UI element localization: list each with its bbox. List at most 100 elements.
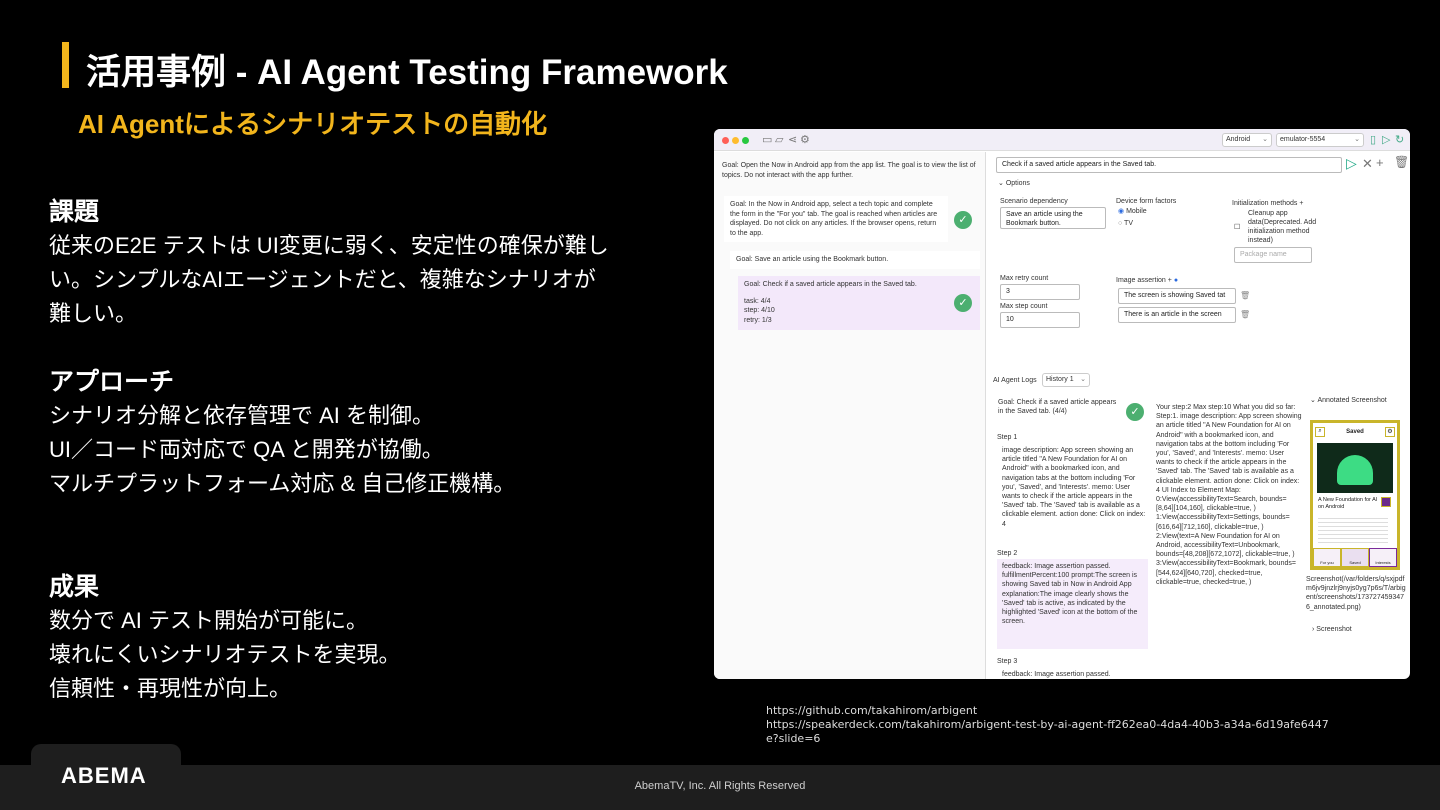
close-icon[interactable]: ✕ — [1362, 156, 1373, 172]
platform-select-value: Android — [1226, 136, 1251, 143]
history-select-value: History 1 — [1046, 376, 1074, 383]
chevron-down-icon: ⌄ — [1080, 376, 1086, 383]
check-icon: ✓ — [1126, 403, 1144, 421]
step2-text: feedback: Image assertion passed. fulfil… — [1002, 563, 1138, 626]
scenario-item[interactable]: Goal: In the Now in Android app, select … — [724, 196, 948, 242]
section-line: 難しい。 — [49, 301, 138, 326]
scenario-item-selected[interactable]: Goal: Check if a saved article appears i… — [738, 276, 980, 330]
platform-select[interactable]: Android ⌄ — [1222, 133, 1272, 147]
add-icon[interactable]: + — [1376, 155, 1384, 170]
agent-logs-label: AI Agent Logs — [993, 377, 1037, 384]
check-icon: ✓ — [954, 294, 972, 312]
reference-link[interactable]: https://github.com/takahirom/arbigent — [766, 704, 1329, 718]
chevron-down-icon: ⌄ — [998, 180, 1006, 187]
step2-label: Step 2 — [997, 550, 1018, 557]
image-assertion-input[interactable]: There is an article in the screen — [1118, 307, 1236, 323]
scenario-list: Goal: Open the Now in Android app from t… — [714, 152, 986, 679]
radio-mobile[interactable]: ◉ Mobile — [1118, 207, 1147, 216]
history-select[interactable]: History 1 ⌄ — [1042, 373, 1090, 387]
options-label: Options — [1005, 180, 1030, 187]
refresh-icon[interactable]: ↻ — [1395, 133, 1404, 146]
radio-mobile-label: Mobile — [1126, 208, 1147, 215]
log-goal-card: Goal: Check if a saved article appears i… — [994, 393, 1148, 427]
device-select[interactable]: emulator-5554 ⌄ — [1276, 133, 1364, 147]
image-assertion-input[interactable]: The screen is showing Saved tat — [1118, 288, 1236, 304]
check-icon: ✓ — [954, 211, 972, 229]
scenario-item[interactable]: Goal: Open the Now in Android app from t… — [716, 157, 982, 184]
checkbox-icon[interactable]: ☐ — [1234, 223, 1240, 232]
reference-links: https://github.com/takahirom/arbigent ht… — [766, 704, 1329, 746]
scenario-item[interactable]: Goal: Save an article using the Bookmark… — [730, 251, 980, 269]
add-icon[interactable]: + — [1299, 200, 1303, 207]
max-step-input[interactable]: 10 — [1000, 312, 1080, 328]
section-heading: 成果 — [49, 573, 100, 601]
radio-tv-label: TV — [1124, 220, 1133, 227]
init-methods-label: Initialization methods + — [1232, 199, 1303, 208]
device-icon[interactable]: ▯ — [1370, 133, 1376, 146]
gear-icon[interactable]: ⚙ — [800, 133, 810, 146]
play-icon[interactable]: ▷ — [1346, 155, 1357, 172]
minimize-dot-icon[interactable] — [732, 137, 739, 144]
bookmark-icon — [1381, 497, 1391, 507]
section-heading: 課題 — [49, 198, 100, 226]
scenario-retry: retry: 1/3 — [744, 316, 772, 324]
annotated-screenshot-label: Annotated Screenshot — [1317, 397, 1387, 404]
section-heading: アプローチ — [49, 368, 175, 396]
radio-tv[interactable]: ○ TV — [1118, 219, 1133, 228]
section-results: 成果 数分で AI テスト開始が可能に。 壊れにくいシナリオテストを実現。 信頼… — [49, 570, 669, 706]
step3-label: Step 3 — [997, 658, 1018, 665]
step3-text: feedback: Image assertion passed. — [1002, 671, 1111, 678]
scenario-dependency-select[interactable]: Save an article using the Bookmark butto… — [1000, 207, 1106, 229]
section-line: 壊れにくいシナリオテストを実現。 — [49, 642, 401, 667]
package-name-input[interactable]: Package name — [1234, 247, 1312, 263]
section-approach: アプローチ シナリオ分解と依存管理で AI を制御。 UI／コード両対応で QA… — [49, 365, 669, 501]
init-cleanup-label: Cleanup app data(Deprecated. Add initial… — [1248, 210, 1317, 244]
folder-icon[interactable]: ▱ — [775, 133, 783, 146]
annotated-screenshot-toggle[interactable]: ⌄ Annotated Screenshot — [1310, 396, 1387, 405]
scenario-step: step: 4/10 — [744, 307, 775, 314]
app-screenshot: ▭ ▱ ⋖ ⚙ Android ⌄ emulator-5554 ⌄ ▯ ▷ ↻ Go… — [714, 129, 1410, 679]
step-detail-text: Your step:2 Max step:10 What you did so … — [1156, 404, 1302, 586]
chevron-down-icon: ⌄ — [1354, 136, 1360, 143]
phone-nav-bar: For you Saved Interests — [1313, 548, 1397, 567]
max-step-label: Max step count — [1000, 303, 1048, 310]
scenario-task: task: 4/4 — [744, 297, 771, 305]
maximize-dot-icon[interactable] — [742, 137, 749, 144]
log-goal: Goal: Check if a saved article appears i… — [998, 399, 1117, 416]
trash-icon[interactable]: 🗑 — [1394, 155, 1409, 169]
app-toolbar: ▭ ▱ ⋖ ⚙ Android ⌄ emulator-5554 ⌄ ▯ ▷ ↻ — [714, 129, 1410, 151]
run-all-icon[interactable]: ▷ — [1382, 133, 1390, 146]
init-methods-text: Initialization methods — [1232, 200, 1298, 207]
trash-icon[interactable]: 🗑 — [1240, 310, 1250, 319]
add-icon[interactable]: + — [1168, 277, 1172, 284]
step1-text: image description: App screen showing an… — [1002, 447, 1146, 528]
reference-link[interactable]: https://speakerdeck.com/takahirom/arbige… — [766, 718, 1329, 732]
gear-icon: ⚙ — [1385, 427, 1395, 437]
title-accent-bar — [62, 42, 69, 88]
slide-subtitle: AI Agentによるシナリオテストの自動化 — [78, 109, 548, 139]
save-icon[interactable]: ▭ — [762, 133, 772, 146]
android-logo-icon — [1337, 455, 1373, 485]
slide-title: 活用事例 - AI Agent Testing Framework — [86, 53, 728, 92]
screenshot-label: Screenshot — [1316, 626, 1352, 633]
close-dot-icon[interactable] — [722, 137, 729, 144]
copyright-text: AbemaTV, Inc. All Rights Reserved — [634, 780, 806, 792]
section-line: UI／コード両対応で QA と開発が協働。 — [49, 437, 444, 462]
section-line: シナリオ分解と依存管理で AI を制御。 — [49, 403, 435, 428]
share-icon[interactable]: ⋖ — [788, 133, 797, 146]
info-icon: ● — [1173, 277, 1179, 284]
max-retry-input[interactable]: 3 — [1000, 284, 1080, 300]
nav-tab: For you — [1313, 548, 1341, 567]
nav-tab: Saved — [1341, 548, 1369, 567]
step1-label: Step 1 — [997, 434, 1018, 441]
goal-input[interactable]: Check if a saved article appears in the … — [996, 157, 1342, 173]
reference-link[interactable]: e?slide=6 — [766, 732, 1329, 746]
options-toggle[interactable]: ⌄ Options — [998, 179, 1030, 188]
screenshot-toggle[interactable]: › Screenshot — [1312, 625, 1352, 634]
section-challenge: 課題 従来のE2E テストは UI変更に弱く、安定性の確保が難し い。シンプルな… — [49, 195, 669, 331]
annotated-phone-screenshot: ⌕ Saved ⚙ A New Foundation for AI on And… — [1310, 420, 1400, 570]
trash-icon[interactable]: 🗑 — [1240, 291, 1250, 300]
init-cleanup-option[interactable]: ☐ Cleanup app data(Deprecated. Add initia… — [1234, 209, 1328, 245]
phone-article-title: A New Foundation for AI on Android — [1318, 497, 1378, 510]
section-line: 数分で AI テスト開始が可能に。 — [49, 608, 369, 633]
